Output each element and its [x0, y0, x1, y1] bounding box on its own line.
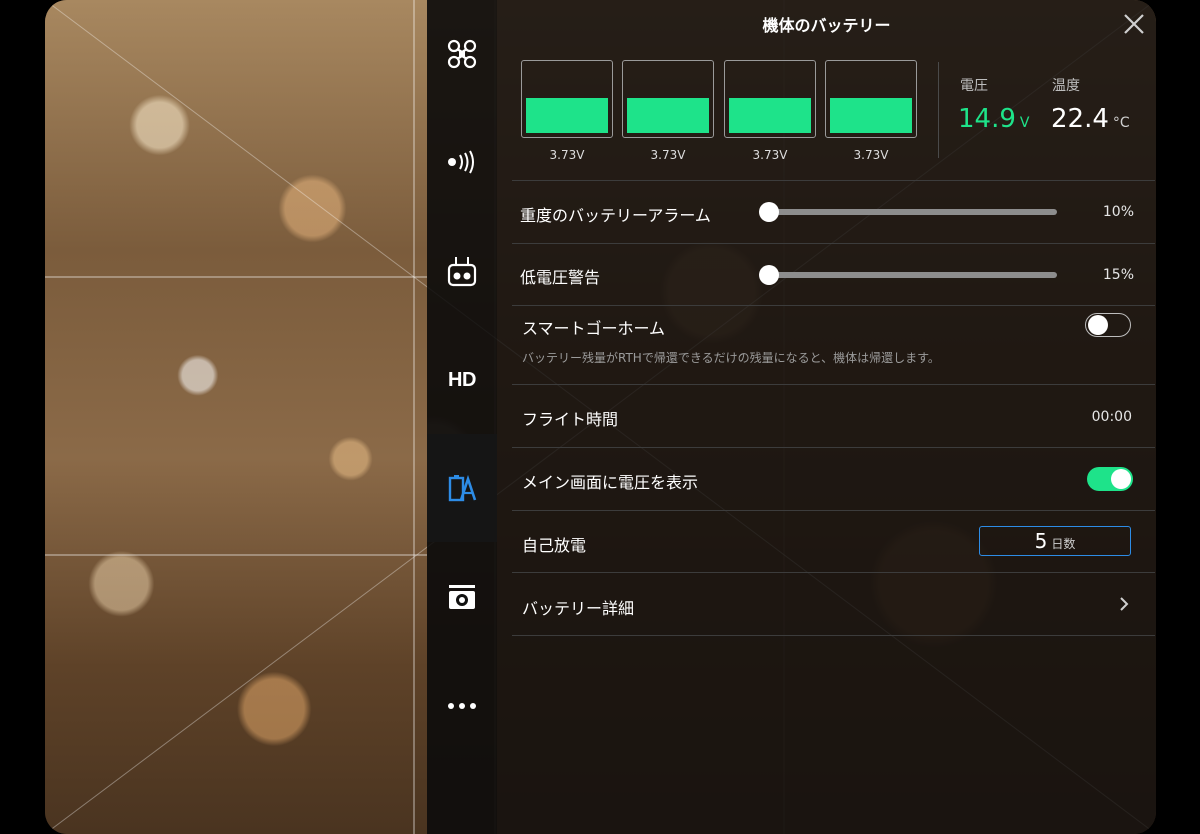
toggle-knob — [1111, 469, 1131, 489]
voltage-number: 14.9 — [958, 104, 1016, 134]
close-icon[interactable] — [1120, 10, 1148, 38]
row-divider — [512, 305, 1155, 306]
critical-alarm-value: 10% — [1102, 204, 1134, 220]
temperature-label: 温度 — [1052, 78, 1080, 94]
temperature-unit: °C — [1112, 115, 1130, 131]
drone-icon — [447, 39, 477, 69]
battery-cell-fill — [830, 98, 912, 133]
flight-time-label: フライト時間 — [522, 410, 619, 429]
row-divider — [512, 510, 1155, 511]
battery-cell-fill — [627, 98, 709, 133]
sidebar-item-aircraft[interactable] — [427, 0, 497, 108]
flight-time-value: 00:00 — [1091, 409, 1132, 425]
voltage-label: 電圧 — [960, 78, 988, 94]
settings-sidebar: HD — [427, 0, 497, 834]
row-divider — [512, 572, 1155, 573]
low-alarm-value: 15% — [1102, 267, 1134, 283]
smart-rth-label: スマートゴーホーム — [522, 319, 666, 338]
battery-cell-voltage: 3.73V — [752, 148, 788, 162]
row-divider — [512, 447, 1155, 448]
critical-alarm-slider-thumb[interactable] — [759, 202, 779, 222]
row-divider — [512, 243, 1155, 244]
toggle-knob — [1088, 315, 1108, 335]
sidebar-item-battery[interactable] — [427, 434, 497, 542]
battery-cell — [622, 60, 714, 138]
battery-cell-voltage: 3.73V — [549, 148, 585, 162]
divider — [938, 62, 939, 158]
sidebar-item-camera[interactable] — [427, 543, 497, 651]
sidebar-item-more[interactable] — [427, 652, 497, 760]
critical-alarm-slider[interactable] — [768, 209, 1057, 215]
critical-alarm-label: 重度のバッテリーアラーム — [520, 206, 711, 225]
self-discharge-label: 自己放電 — [522, 536, 587, 555]
show-voltage-label: メイン画面に電圧を表示 — [522, 473, 699, 492]
voltage-value: 14.9 V — [958, 104, 1029, 134]
battery-cell-voltage: 3.73V — [853, 148, 889, 162]
low-alarm-label: 低電圧警告 — [520, 268, 601, 287]
more-icon — [448, 703, 476, 709]
smart-rth-toggle[interactable] — [1085, 313, 1131, 337]
battery-cell — [825, 60, 917, 138]
remote-controller-icon — [447, 257, 477, 287]
smart-rth-description: バッテリー残量がRTHで帰還できるだけの残量になると、機体は帰還します。 — [522, 351, 940, 365]
show-voltage-toggle[interactable] — [1087, 467, 1133, 491]
temperature-number: 22.4 — [1051, 104, 1109, 134]
camera-icon — [449, 585, 475, 609]
row-divider — [512, 180, 1155, 181]
row-divider — [512, 384, 1155, 385]
low-alarm-slider-thumb[interactable] — [759, 265, 779, 285]
row-divider — [512, 635, 1155, 636]
battery-settings-icon — [448, 474, 477, 502]
temperature-value: 22.4 °C — [1051, 104, 1130, 134]
sidebar-item-signal[interactable] — [427, 108, 497, 216]
self-discharge-input[interactable]: 5 日数 — [979, 526, 1131, 556]
page-title: 機体のバッテリー — [762, 16, 891, 35]
self-discharge-unit: 日数 — [1051, 537, 1076, 551]
battery-cell-fill — [526, 98, 608, 133]
low-alarm-slider[interactable] — [768, 272, 1057, 278]
battery-cell — [521, 60, 613, 138]
battery-cell-fill — [729, 98, 811, 133]
battery-details-label[interactable]: バッテリー詳細 — [522, 595, 634, 619]
sidebar-item-hd[interactable]: HD — [427, 326, 497, 434]
self-discharge-value: 5 — [1034, 529, 1048, 553]
hd-icon: HD — [448, 368, 476, 391]
chevron-right-icon[interactable] — [1118, 596, 1130, 612]
sidebar-item-remote[interactable] — [427, 217, 497, 325]
battery-cell — [724, 60, 816, 138]
voltage-unit: V — [1019, 115, 1030, 131]
battery-cell-voltage: 3.73V — [650, 148, 686, 162]
signal-icon — [448, 150, 474, 174]
